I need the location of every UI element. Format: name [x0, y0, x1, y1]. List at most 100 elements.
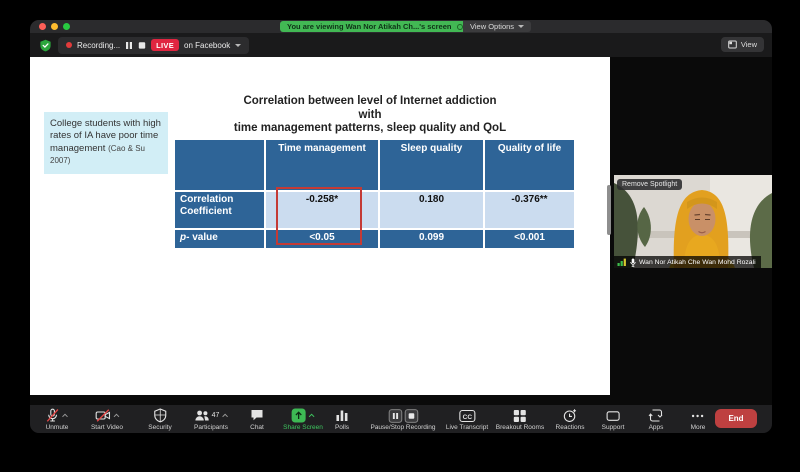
chat-bubble-icon	[251, 410, 263, 421]
pause-recording-toolbar-icon	[388, 408, 402, 423]
chevron-up-icon[interactable]	[62, 413, 69, 418]
start-video-label: Start Video	[90, 424, 124, 431]
reactions-icon	[563, 409, 576, 422]
breakout-rooms-button[interactable]: Breakout Rooms	[496, 408, 544, 431]
cc-icon: CC	[458, 409, 476, 422]
pause-stop-recording-button[interactable]: Pause/Stop Recording	[370, 408, 436, 431]
stop-recording-toolbar-icon	[404, 408, 418, 423]
apps-label: Apps	[648, 424, 664, 431]
close-window-button[interactable]	[39, 23, 46, 30]
recording-pill: Recording... LIVE on Facebook	[58, 36, 250, 54]
connection-signal-icon	[617, 258, 626, 266]
table-header-quality-of-life: Quality of life	[485, 140, 574, 190]
window-titlebar: You are viewing Wan Nor Atikah Ch...'s s…	[30, 20, 772, 33]
table-value-p-qol: <0.001	[485, 230, 574, 248]
start-video-button[interactable]: Start Video	[91, 408, 123, 431]
breakout-rooms-icon	[513, 409, 526, 422]
chevron-up-icon[interactable]	[308, 413, 315, 418]
slide-note-box: College students with high rates of IA h…	[44, 112, 168, 175]
apps-button[interactable]: Apps	[649, 408, 664, 431]
shared-screen-area: Correlation between level of Internet ad…	[30, 57, 772, 405]
table-value-cc-sleep: 0.180	[380, 192, 483, 228]
chevron-up-icon[interactable]	[221, 413, 228, 418]
participant-name-bar: Wan Nor Atikah Che Wan Mohd Rozali	[614, 256, 761, 268]
unmute-label: Unmute	[45, 424, 69, 431]
reactions-button[interactable]: Reactions	[555, 408, 585, 431]
chevron-up-icon[interactable]	[112, 413, 119, 418]
traffic-lights	[39, 23, 70, 30]
table-header-time-management: Time management	[266, 140, 378, 190]
participant-video-tile[interactable]: Remove Spotlight Wan Nor Atikah Che Wan …	[614, 175, 772, 268]
screenshot-stage: You are viewing Wan Nor Atikah Ch...'s s…	[0, 0, 800, 472]
chat-button[interactable]: Chat	[250, 408, 264, 431]
remove-spotlight-button[interactable]: Remove Spotlight	[617, 179, 683, 190]
slide-title-line2: with	[358, 108, 382, 121]
p-rest: - value	[186, 232, 218, 243]
more-label: More	[690, 424, 706, 431]
encryption-shield-icon	[40, 39, 51, 51]
slide-title: Correlation between level of Internet ad…	[140, 95, 600, 136]
support-button[interactable]: Support	[601, 408, 625, 431]
view-button[interactable]: View	[720, 37, 764, 52]
slide-title-line3: time management patterns, sleep quality …	[233, 122, 507, 134]
share-screen-icon	[291, 408, 306, 423]
recording-dot-icon	[66, 42, 72, 48]
share-screen-label: Share Screen	[283, 424, 323, 431]
recording-label: Recording...	[77, 40, 121, 50]
share-screen-button[interactable]: Share Screen	[283, 408, 323, 431]
correlation-table: Time management Sleep quality Quality of…	[175, 140, 575, 248]
more-button[interactable]: More	[690, 408, 706, 431]
polls-button[interactable]: Polls	[335, 408, 349, 431]
end-meeting-button[interactable]: End	[715, 409, 757, 428]
live-transcript-label: Live Transcript	[445, 424, 489, 431]
more-dots-icon	[692, 414, 704, 417]
live-badge: LIVE	[151, 39, 180, 51]
polls-label: Polls	[334, 424, 350, 431]
shield-icon	[153, 408, 167, 423]
security-button[interactable]: Security	[148, 408, 172, 431]
table-header-sleep-quality: Sleep quality	[380, 140, 483, 190]
mic-muted-icon	[46, 408, 59, 422]
table-value-p-sleep: 0.099	[380, 230, 483, 248]
table-row-label-correlation: Correlation Coefficient	[175, 192, 264, 228]
breakout-rooms-label: Breakout Rooms	[495, 424, 545, 431]
meeting-control-bar: Recording... LIVE on Facebook View	[30, 33, 772, 57]
highlight-rectangle	[276, 187, 362, 245]
zoom-window: You are viewing Wan Nor Atikah Ch...'s s…	[30, 20, 772, 433]
mic-status-icon	[630, 258, 636, 267]
pause-recording-icon[interactable]	[125, 41, 133, 50]
participant-name: Wan Nor Atikah Che Wan Mohd Rozali	[639, 258, 756, 266]
view-button-label: View	[740, 40, 757, 49]
participants-label: Participants	[194, 424, 228, 431]
view-options-button[interactable]: View Options	[463, 21, 532, 32]
polls-icon	[336, 410, 348, 421]
table-corner-cell	[175, 140, 264, 190]
support-icon	[606, 410, 620, 421]
slide-title-line1: Correlation between level of Internet ad…	[243, 95, 497, 107]
participants-count: 47	[211, 412, 220, 419]
reactions-label: Reactions	[555, 424, 585, 431]
video-off-icon	[95, 409, 110, 422]
support-label: Support	[601, 424, 625, 431]
chevron-down-icon	[518, 25, 525, 28]
security-label: Security	[148, 424, 172, 431]
live-transcript-button[interactable]: CC Live Transcript	[446, 408, 488, 431]
presentation-slide: Correlation between level of Internet ad…	[30, 57, 610, 395]
view-layout-icon	[728, 40, 737, 49]
viewing-screen-text: You are viewing Wan Nor Atikah Ch...'s s…	[287, 22, 452, 31]
participants-icon	[195, 410, 209, 421]
unmute-button[interactable]: Unmute	[46, 408, 69, 431]
participants-button[interactable]: 47 Participants	[194, 408, 229, 431]
viewing-screen-banner: You are viewing Wan Nor Atikah Ch...'s s…	[280, 21, 471, 32]
pause-stop-recording-label: Pause/Stop Recording	[370, 424, 436, 431]
chat-label: Chat	[250, 424, 264, 431]
chevron-down-icon[interactable]	[235, 43, 242, 47]
view-options-label: View Options	[470, 22, 515, 31]
svg-text:CC: CC	[462, 413, 472, 420]
meeting-toolbar: Unmute Start Video Security 47 Participa…	[30, 405, 772, 433]
facebook-stream-label: on Facebook	[184, 40, 231, 50]
stop-recording-icon[interactable]	[138, 41, 146, 50]
scrollbar-thumb[interactable]	[607, 185, 611, 235]
minimize-window-button[interactable]	[51, 23, 58, 30]
fullscreen-window-button[interactable]	[63, 23, 70, 30]
